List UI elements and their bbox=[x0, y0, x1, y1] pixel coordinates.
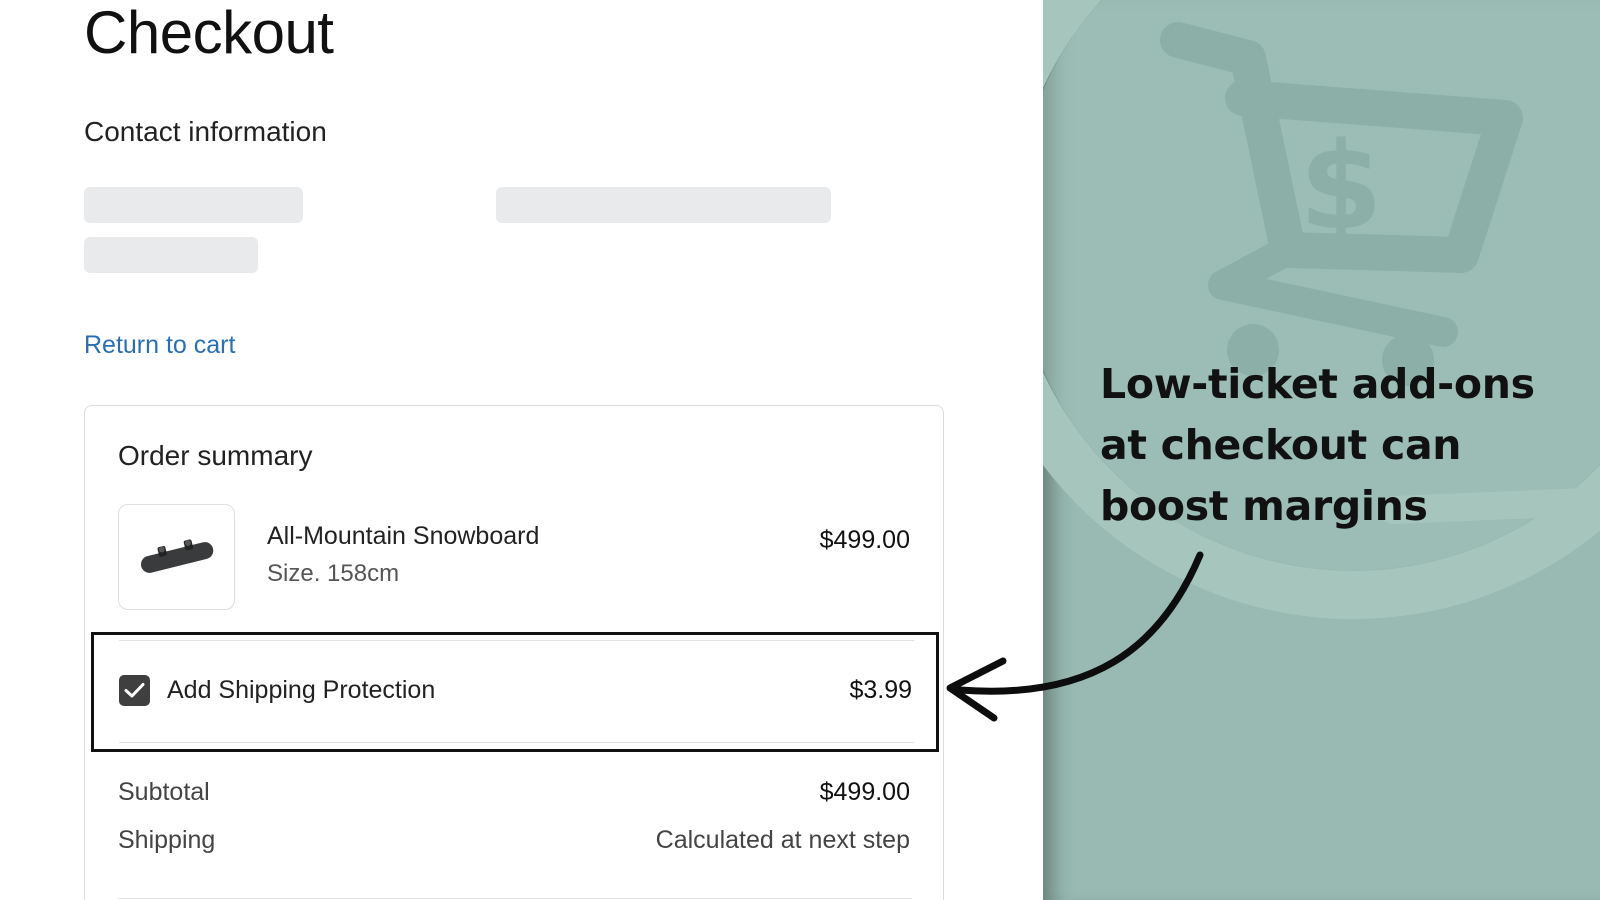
promo-slide: Checkout Contact information Return to c… bbox=[0, 0, 1600, 900]
divider bbox=[118, 898, 912, 899]
product-variant: Size. 158cm bbox=[267, 560, 400, 587]
shipping-protection-highlight: Add Shipping Protection $3.99 bbox=[91, 632, 939, 752]
product-price: $499.00 bbox=[819, 526, 910, 554]
order-summary-card: Order summary All-Mountain Snowboard Siz… bbox=[84, 405, 944, 900]
contact-placeholder-field bbox=[496, 187, 831, 223]
checkmark-icon bbox=[124, 683, 145, 698]
promo-headline: Low-ticket add-ons at checkout can boost… bbox=[1100, 360, 1535, 530]
svg-text:$: $ bbox=[1299, 118, 1383, 257]
contact-information-heading: Contact information bbox=[84, 116, 327, 147]
page-title: Checkout bbox=[84, 0, 334, 66]
contact-placeholder-field bbox=[84, 237, 258, 273]
product-name: All-Mountain Snowboard bbox=[267, 522, 540, 550]
shipping-protection-label[interactable]: Add Shipping Protection bbox=[167, 676, 435, 705]
snowboard-icon bbox=[140, 539, 213, 573]
shipping-protection-price: $3.99 bbox=[849, 676, 912, 704]
promo-panel: $ Low-ticket add-ons at checkout can boo… bbox=[1043, 0, 1600, 900]
return-to-cart-link[interactable]: Return to cart bbox=[84, 331, 235, 360]
divider bbox=[119, 640, 914, 641]
subtotal-label: Subtotal bbox=[118, 778, 210, 806]
product-thumbnail bbox=[118, 504, 235, 610]
contact-placeholder-field bbox=[84, 187, 303, 223]
divider bbox=[119, 742, 914, 743]
subtotal-value: $499.00 bbox=[819, 778, 910, 806]
shipping-protection-checkbox[interactable] bbox=[119, 675, 150, 706]
shipping-label: Shipping bbox=[118, 826, 216, 854]
order-summary-heading: Order summary bbox=[118, 440, 313, 471]
shipping-value: Calculated at next step bbox=[655, 826, 910, 854]
checkout-page: Checkout Contact information Return to c… bbox=[0, 0, 1043, 900]
